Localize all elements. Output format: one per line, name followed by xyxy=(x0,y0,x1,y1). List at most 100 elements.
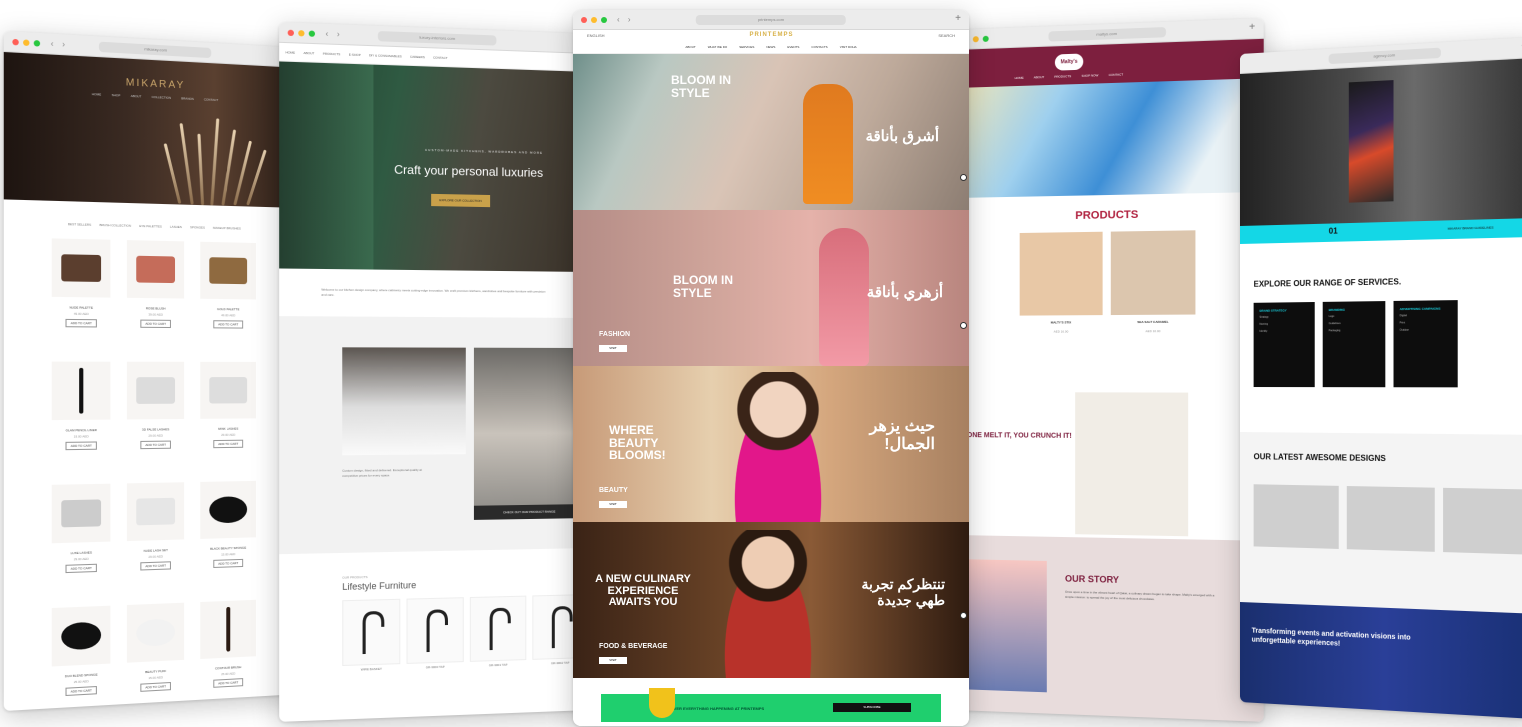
visit-button[interactable]: VISIT xyxy=(599,501,627,508)
menu-item[interactable]: NEWS xyxy=(766,45,775,49)
minimize-icon[interactable] xyxy=(23,38,30,46)
address-bar[interactable]: maltys.com xyxy=(1048,27,1166,42)
product-card[interactable]: BEAUTY PUFF 15.00 AED ADD TO CART xyxy=(125,602,186,711)
category-tab[interactable]: SPONGES xyxy=(190,225,205,229)
service-card[interactable]: ADVERTISING CAMPAIGNS Digital Print Outdoor xyxy=(1393,300,1458,388)
menu-item[interactable]: HOME xyxy=(92,92,101,97)
add-to-cart-button[interactable]: ADD TO CART xyxy=(213,439,244,449)
add-to-cart-button[interactable]: ADD TO CART xyxy=(140,319,172,329)
design-tile[interactable] xyxy=(1346,486,1435,552)
add-to-cart-button[interactable]: ADD TO CART xyxy=(65,441,97,451)
menu-item[interactable]: HOME xyxy=(1015,76,1024,80)
menu-item[interactable]: SHOP xyxy=(112,93,121,98)
close-icon[interactable] xyxy=(12,38,19,45)
menu-item[interactable]: BRANDS xyxy=(181,96,194,101)
maltys-logo[interactable]: Malty's xyxy=(1054,53,1084,71)
menu-item[interactable]: CONTACT xyxy=(1109,72,1124,77)
menu-item[interactable]: SHOP NOW xyxy=(1081,73,1098,78)
menu-item[interactable]: PRODUCTS xyxy=(1054,74,1071,79)
add-to-cart-button[interactable]: ADD TO CART xyxy=(213,558,244,568)
add-to-cart-button[interactable]: ADD TO CART xyxy=(140,561,172,571)
nav-item[interactable]: DIY & CONSUMABLES xyxy=(369,53,402,58)
maximize-icon[interactable] xyxy=(33,39,41,47)
menu-item[interactable]: ABOUT xyxy=(131,94,142,99)
category-tab[interactable]: BEST SELLERS xyxy=(68,222,91,227)
maximize-icon[interactable] xyxy=(982,35,989,42)
add-to-cart-button[interactable]: ADD TO CART xyxy=(140,440,172,450)
new-tab-icon[interactable]: + xyxy=(955,13,961,24)
maximize-icon[interactable] xyxy=(308,29,316,37)
nav-item[interactable]: E-SHOP xyxy=(349,52,361,57)
nav-item[interactable]: ABOUT xyxy=(303,50,314,55)
address-bar[interactable]: printemps.com xyxy=(695,15,847,25)
explore-button[interactable]: EXPLORE OUR COLLECTION xyxy=(431,193,490,208)
address-bar[interactable]: agency.com xyxy=(1328,47,1442,65)
nav-item[interactable]: HOME xyxy=(286,50,296,54)
minimize-icon[interactable] xyxy=(591,16,597,23)
nav-arrows-icon[interactable]: ‹ › xyxy=(617,15,634,24)
add-to-cart-button[interactable]: ADD TO CART xyxy=(65,318,97,328)
scroll-dot[interactable] xyxy=(960,174,967,181)
menu-item[interactable]: WHAT WE DO xyxy=(708,45,728,49)
search-link[interactable]: SEARCH xyxy=(938,33,955,38)
slide-label[interactable]: MIKARAY BRAND GUIDELINES xyxy=(1448,225,1494,230)
scroll-dot[interactable] xyxy=(960,322,967,329)
design-tile[interactable] xyxy=(1253,484,1339,549)
category-tab[interactable]: MAKEUP BRUSHES xyxy=(213,226,241,231)
product-card[interactable]: BLACK BEAUTY SPONGE 15.00 AED ADD TO CART xyxy=(198,480,258,588)
new-tab-icon[interactable]: + xyxy=(1249,22,1255,34)
nav-arrows-icon[interactable]: ‹ › xyxy=(326,29,343,39)
add-to-cart-button[interactable]: ADD TO CART xyxy=(65,685,97,697)
furniture-item[interactable]: WIRE BASKET xyxy=(342,598,401,672)
nav-arrows-icon[interactable]: ‹ › xyxy=(51,39,68,49)
address-bar[interactable]: luxury-interiors.com xyxy=(377,31,496,46)
nav-item[interactable]: CAREERS xyxy=(410,54,425,59)
product-card[interactable]: GOLD PALETTE 49.00 AED ADD TO CART xyxy=(198,241,258,348)
product-card[interactable]: 3D FALSE LASHES 29.00 AED ADD TO CART xyxy=(125,361,186,469)
furniture-item[interactable]: GR-9001 TAP xyxy=(469,595,527,668)
menu-item[interactable]: SERVICES xyxy=(739,45,754,49)
product-card[interactable]: MALTY'S STIX AED 16.00 xyxy=(1019,231,1103,334)
category-tab[interactable]: LASHES xyxy=(170,225,182,229)
menu-item[interactable]: VISIT DOHA xyxy=(840,45,857,49)
product-card[interactable]: ROSE BLUSH 39.00 AED ADD TO CART xyxy=(125,240,186,347)
add-to-cart-button[interactable]: ADD TO CART xyxy=(213,320,244,329)
product-card[interactable]: NUDE LASH SET 29.00 AED ADD TO CART xyxy=(125,482,186,590)
visit-button[interactable]: VISIT xyxy=(599,345,627,352)
category-tab[interactable]: EYE PALETTES xyxy=(139,224,161,229)
subscribe-button[interactable]: SUBSCRIBE xyxy=(833,703,911,712)
menu-item[interactable]: EVENTS xyxy=(787,45,799,49)
menu-item[interactable]: ABOUT xyxy=(1034,75,1044,79)
service-card[interactable]: BRANDING Logo Guidelines Packaging xyxy=(1322,301,1386,388)
nav-item[interactable]: CONTACT xyxy=(433,55,448,60)
scroll-dot[interactable] xyxy=(960,612,967,619)
visit-button[interactable]: VISIT xyxy=(599,657,627,664)
language-switch[interactable]: ENGLISH xyxy=(587,33,605,38)
menu-item[interactable]: COLLECTION xyxy=(152,95,172,100)
maximize-icon[interactable] xyxy=(601,16,607,23)
service-card[interactable]: BRAND STRATEGY Strategy Naming Identity xyxy=(1253,302,1315,388)
add-to-cart-button[interactable]: ADD TO CART xyxy=(213,678,244,688)
close-icon[interactable] xyxy=(287,29,294,36)
product-card[interactable]: LUXE LASHES 29.00 AED ADD TO CART xyxy=(50,483,113,594)
minimize-icon[interactable] xyxy=(972,35,979,42)
minimize-icon[interactable] xyxy=(298,29,305,36)
product-card[interactable]: DUO BLEND SPONGE 25.00 AED ADD TO CART xyxy=(50,605,113,711)
close-icon[interactable] xyxy=(581,16,587,23)
furniture-item[interactable]: GR-9000 TAP xyxy=(406,597,464,670)
menu-item[interactable]: CONTACT xyxy=(204,97,218,102)
product-card[interactable]: MINK LASHES 29.00 AED ADD TO CART xyxy=(198,361,258,468)
printemps-logo[interactable]: PRINTEMPS xyxy=(749,32,793,38)
menu-item[interactable]: CONTACTS xyxy=(811,45,827,49)
product-card[interactable]: CONTOUR BRUSH 25.00 AED ADD TO CART xyxy=(198,599,258,708)
product-card[interactable]: GLAM PENCIL LINER 19.00 AED ADD TO CART xyxy=(50,361,113,471)
product-card[interactable]: SEA SALT CARAMEL AED 16.00 xyxy=(1110,230,1196,333)
product-card[interactable]: NUDE PALETTE 49.00 AED ADD TO CART xyxy=(50,238,113,347)
category-tab[interactable]: BRUSH COLLECTION xyxy=(100,223,132,228)
nav-item[interactable]: PRODUCTS xyxy=(323,51,341,56)
menu-item[interactable]: ABOUT xyxy=(685,45,695,49)
address-bar[interactable]: mikaray.com xyxy=(98,41,212,59)
add-to-cart-button[interactable]: ADD TO CART xyxy=(65,563,97,574)
add-to-cart-button[interactable]: ADD TO CART xyxy=(140,681,172,692)
design-tile[interactable] xyxy=(1443,487,1522,555)
